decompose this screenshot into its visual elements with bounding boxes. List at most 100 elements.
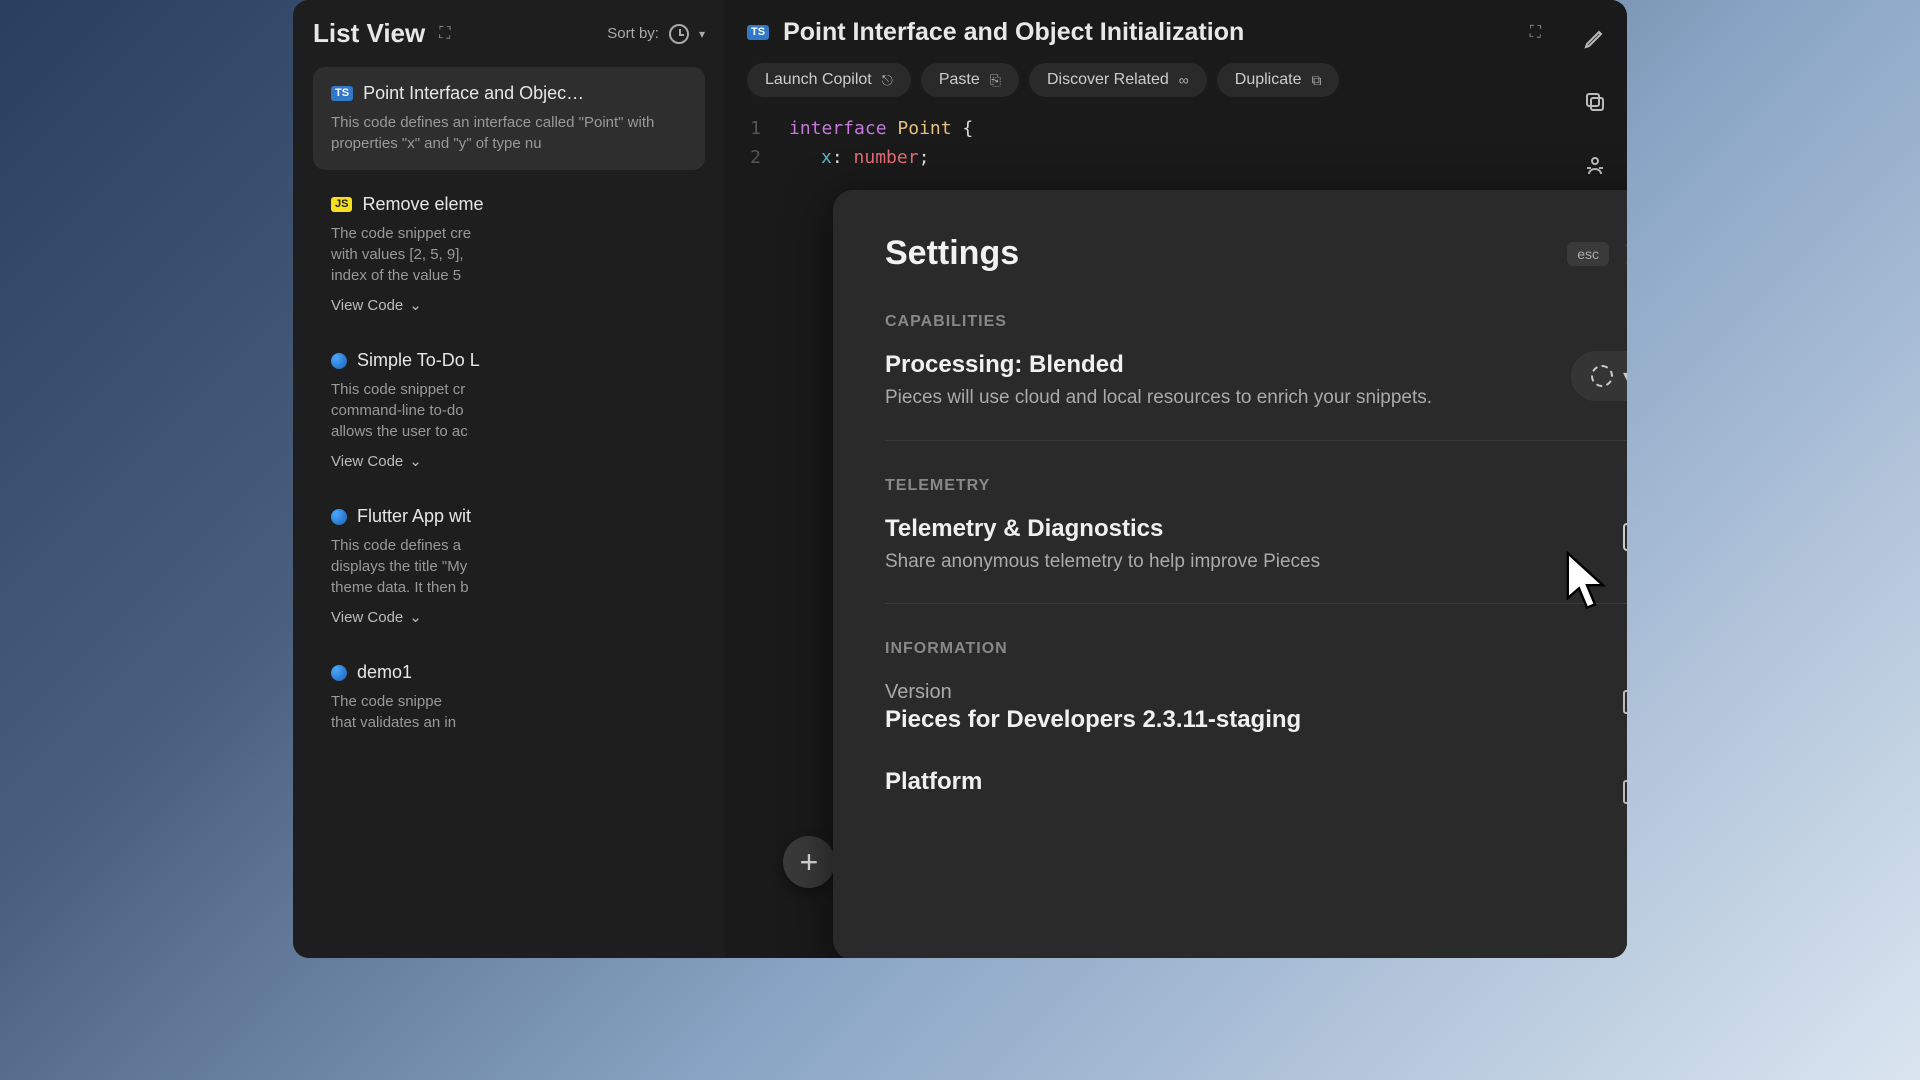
code-line: 1 interface Point { bbox=[747, 115, 1541, 144]
section-information: INFORMATION bbox=[885, 640, 1627, 658]
close-icon[interactable] bbox=[1623, 240, 1627, 268]
view-code-toggle[interactable]: View Code ⌄ bbox=[331, 608, 687, 626]
copy-icon[interactable] bbox=[1583, 90, 1607, 120]
launch-copilot-button[interactable]: Launch Copilot ⎋ bbox=[747, 63, 911, 97]
list-item[interactable]: TS Point Interface and Objec… This code … bbox=[313, 67, 705, 170]
page-title: Point Interface and Object Initializatio… bbox=[783, 18, 1244, 47]
modal-header: Settings esc bbox=[885, 234, 1627, 273]
card-title-row: Simple To-Do L bbox=[331, 350, 687, 371]
code-editor[interactable]: 1 interface Point { 2 x: number; bbox=[747, 115, 1541, 173]
copy-platform-button[interactable] bbox=[1623, 774, 1627, 802]
processing-mode-selector[interactable]: ▾ bbox=[1571, 351, 1627, 401]
paste-button[interactable]: Paste ⎘ bbox=[921, 63, 1019, 97]
token-keyword: interface bbox=[789, 118, 887, 139]
fullscreen-icon[interactable]: ⛶ bbox=[1530, 24, 1541, 42]
setting-desc: Share anonymous telemetry to help improv… bbox=[885, 549, 1623, 576]
divider bbox=[885, 603, 1627, 604]
line-number: 2 bbox=[747, 144, 761, 173]
card-title-row: TS Point Interface and Objec… bbox=[331, 83, 687, 104]
list-item[interactable]: demo1 The code snippe that validates an … bbox=[313, 650, 705, 745]
chip-label: Duplicate bbox=[1235, 71, 1302, 89]
expand-icon[interactable]: ⛶ bbox=[439, 25, 450, 43]
dart-badge-icon bbox=[331, 509, 347, 525]
card-title: Remove eleme bbox=[362, 194, 483, 215]
card-title-row: JS Remove eleme bbox=[331, 194, 687, 215]
add-button[interactable]: + bbox=[783, 836, 835, 888]
divider bbox=[885, 440, 1627, 441]
token-prop: x bbox=[821, 147, 832, 168]
view-code-label: View Code bbox=[331, 297, 403, 314]
card-title-row: Flutter App wit bbox=[331, 506, 687, 527]
app-window: List View ⛶ Sort by: ▾ TS Point Interfac… bbox=[293, 0, 1627, 958]
card-title: Point Interface and Objec… bbox=[363, 83, 584, 104]
chevron-down-icon: ▾ bbox=[1623, 366, 1627, 386]
view-code-toggle[interactable]: View Code ⌄ bbox=[331, 452, 687, 470]
copy-version-button[interactable] bbox=[1623, 684, 1627, 712]
card-desc: The code snippet cre with values [2, 5, … bbox=[331, 223, 687, 286]
setting-version: Version Pieces for Developers 2.3.11-sta… bbox=[885, 678, 1627, 740]
section-telemetry: TELEMETRY bbox=[885, 477, 1627, 495]
chip-label: Discover Related bbox=[1047, 71, 1169, 89]
modal-title: Settings bbox=[885, 234, 1019, 273]
setting-title: Telemetry & Diagnostics bbox=[885, 515, 1623, 543]
telemetry-checkbox[interactable] bbox=[1623, 523, 1627, 551]
card-title: Simple To-Do L bbox=[357, 350, 480, 371]
card-desc: The code snippe that validates an in bbox=[331, 691, 687, 733]
card-desc: This code defines an interface called "P… bbox=[331, 112, 687, 154]
chevron-down-icon: ⌄ bbox=[409, 452, 422, 470]
setting-platform: Platform bbox=[885, 768, 1627, 802]
view-code-label: View Code bbox=[331, 453, 403, 470]
token-identifier: Point bbox=[897, 118, 951, 139]
dart-badge-icon bbox=[331, 353, 347, 369]
setting-text: Telemetry & Diagnostics Share anonymous … bbox=[885, 515, 1623, 576]
clock-icon bbox=[669, 24, 689, 44]
paste-icon: ⎘ bbox=[990, 72, 1001, 89]
token-type: number bbox=[854, 147, 919, 168]
card-title: demo1 bbox=[357, 662, 412, 683]
token-colon: : bbox=[832, 147, 843, 168]
duplicate-button[interactable]: Duplicate ⧉ bbox=[1217, 63, 1340, 97]
link-icon: ∞ bbox=[1179, 72, 1189, 88]
token-brace: { bbox=[962, 118, 973, 139]
esc-key-hint: esc bbox=[1567, 242, 1609, 266]
setting-processing: Processing: Blended Pieces will use clou… bbox=[885, 351, 1627, 412]
setting-title: Processing: Blended bbox=[885, 351, 1571, 379]
card-desc: This code snippet cr command-line to-do … bbox=[331, 379, 687, 442]
list-item[interactable]: JS Remove eleme The code snippet cre wit… bbox=[313, 182, 705, 326]
dart-badge-icon bbox=[331, 665, 347, 681]
chip-label: Launch Copilot bbox=[765, 71, 872, 89]
share-link-icon[interactable] bbox=[1583, 154, 1607, 184]
view-code-toggle[interactable]: View Code ⌄ bbox=[331, 296, 687, 314]
left-panel: List View ⛶ Sort by: ▾ TS Point Interfac… bbox=[293, 0, 725, 958]
modal-close-wrap: esc bbox=[1567, 240, 1627, 268]
ts-badge-icon: TS bbox=[747, 25, 769, 40]
list-item[interactable]: Simple To-Do L This code snippet cr comm… bbox=[313, 338, 705, 482]
settings-modal: Settings esc CAPABILITIES Processing: Bl… bbox=[833, 190, 1627, 958]
action-chips: Launch Copilot ⎋ Paste ⎘ Discover Relate… bbox=[747, 63, 1541, 97]
discover-related-button[interactable]: Discover Related ∞ bbox=[1029, 63, 1207, 97]
card-title-row: demo1 bbox=[331, 662, 687, 683]
edit-icon[interactable] bbox=[1583, 26, 1607, 56]
setting-text: Platform bbox=[885, 768, 1623, 802]
platform-label: Platform bbox=[885, 768, 1623, 796]
chevron-down-icon: ▾ bbox=[699, 27, 705, 41]
list-item[interactable]: Flutter App wit This code defines a disp… bbox=[313, 494, 705, 638]
line-number: 1 bbox=[747, 115, 761, 144]
copy-icon: ⧉ bbox=[1311, 72, 1321, 89]
setting-telemetry: Telemetry & Diagnostics Share anonymous … bbox=[885, 515, 1627, 576]
version-label: Version bbox=[885, 678, 1623, 706]
chevron-down-icon: ⌄ bbox=[409, 608, 422, 626]
version-value: Pieces for Developers 2.3.11-staging bbox=[885, 706, 1623, 734]
list-view-title: List View bbox=[313, 18, 425, 49]
view-code-label: View Code bbox=[331, 609, 403, 626]
card-desc: This code defines a displays the title "… bbox=[331, 535, 687, 598]
ts-badge-icon: TS bbox=[331, 86, 353, 101]
copilot-icon: ⎋ bbox=[882, 72, 893, 89]
processing-icon bbox=[1591, 365, 1613, 387]
code-line: 2 x: number; bbox=[747, 144, 1541, 173]
sort-control[interactable]: Sort by: ▾ bbox=[607, 24, 705, 44]
js-badge-icon: JS bbox=[331, 197, 352, 212]
setting-text: Version Pieces for Developers 2.3.11-sta… bbox=[885, 678, 1623, 740]
sort-label: Sort by: bbox=[607, 25, 659, 42]
chevron-down-icon: ⌄ bbox=[409, 296, 422, 314]
